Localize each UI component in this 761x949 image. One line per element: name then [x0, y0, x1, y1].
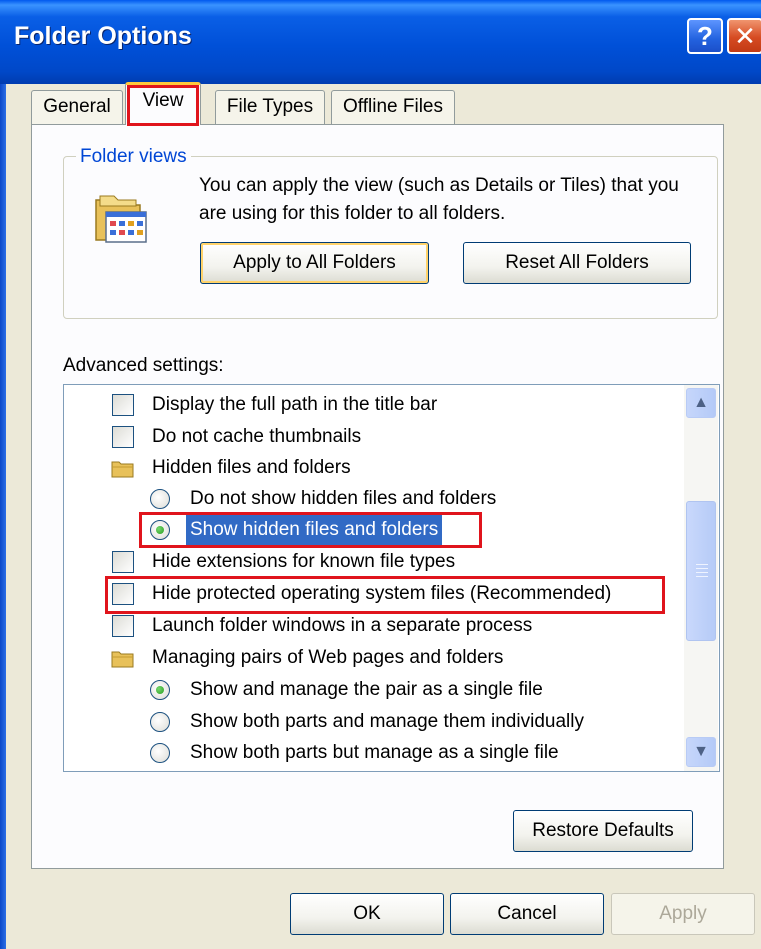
folder-icon: [111, 461, 134, 478]
radio-icon[interactable]: [150, 712, 170, 732]
radio-selected-icon[interactable]: [150, 520, 170, 540]
folder-views-description: You can apply the view (such as Details …: [199, 175, 679, 224]
scroll-up-button[interactable]: ▲: [686, 388, 716, 418]
folder-views-label: Folder views: [76, 146, 191, 168]
radio-icon[interactable]: [150, 743, 170, 763]
tab-view[interactable]: View: [125, 82, 201, 125]
window-title: Folder Options: [14, 22, 192, 50]
thumb-grip: [696, 568, 708, 569]
checkbox-icon[interactable]: [112, 394, 134, 416]
radio-icon[interactable]: [150, 489, 170, 509]
thumb-grip: [696, 572, 708, 573]
apply-button[interactable]: Apply: [611, 893, 755, 935]
reset-all-folders-button[interactable]: Reset All Folders: [463, 242, 691, 284]
tab-general[interactable]: General: [31, 90, 123, 124]
apply-to-all-folders-button[interactable]: Apply to All Folders: [200, 242, 429, 284]
checkbox-icon[interactable]: [112, 583, 134, 605]
folder-icon: [111, 651, 134, 668]
advanced-settings-list[interactable]: Display the full path in the title bar D…: [63, 384, 720, 772]
scroll-thumb[interactable]: [686, 501, 716, 641]
scroll-down-button[interactable]: ▼: [686, 737, 716, 767]
radio-selected-icon[interactable]: [150, 680, 170, 700]
ok-button[interactable]: OK: [290, 893, 444, 935]
restore-defaults-button[interactable]: Restore Defaults: [513, 810, 693, 852]
window-border: [0, 84, 6, 949]
cancel-button[interactable]: Cancel: [450, 893, 604, 935]
checkbox-icon[interactable]: [112, 551, 134, 573]
tab-offline-files[interactable]: Offline Files: [331, 90, 455, 124]
advanced-settings-label: Advanced settings:: [63, 355, 224, 376]
title-bar: Folder Options ? ✕: [0, 0, 761, 84]
checkbox-icon[interactable]: [112, 615, 134, 637]
tab-file-types[interactable]: File Types: [215, 90, 325, 124]
close-button[interactable]: ✕: [727, 18, 761, 54]
list-scrollbar[interactable]: ▲ ▼: [684, 385, 718, 771]
thumb-grip: [696, 564, 708, 565]
help-button[interactable]: ?: [687, 18, 723, 54]
checkbox-icon[interactable]: [112, 426, 134, 448]
folder-views-icon: [95, 195, 147, 243]
thumb-grip: [696, 576, 708, 577]
